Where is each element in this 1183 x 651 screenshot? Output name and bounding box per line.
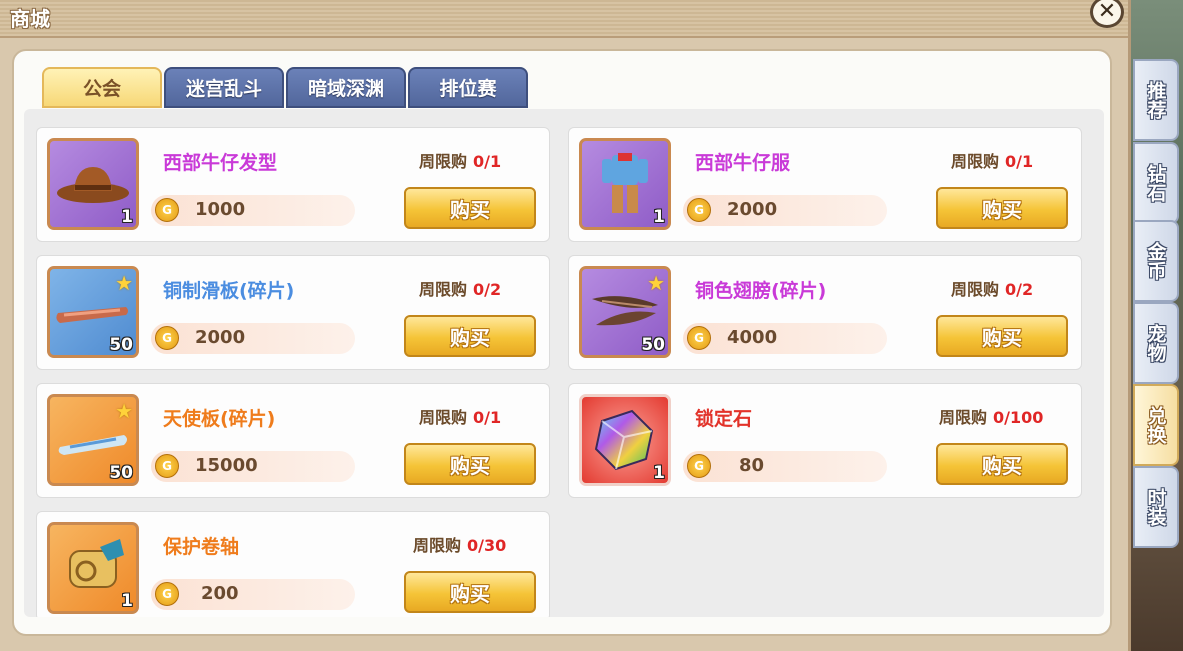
item-name: 西部牛仔发型 bbox=[163, 152, 278, 174]
item-card: ★ 50 铜制滑板(碎片) 周限购 0/2 G 2000 购买 bbox=[36, 255, 550, 370]
item-price: 200 bbox=[201, 583, 239, 604]
angel-board-icon[interactable]: ★ 50 bbox=[47, 394, 139, 486]
item-name: 铜制滑板(碎片) bbox=[163, 280, 295, 302]
item-card: 1 保护卷轴 周限购 0/30 G 200 购买 bbox=[36, 511, 550, 617]
skateboard-icon[interactable]: ★ 50 bbox=[47, 266, 139, 358]
purchase-limit: 周限购 0/100 bbox=[939, 408, 1044, 427]
gold-coin-icon: G bbox=[687, 198, 711, 222]
item-card: ★ 50 天使板(碎片) 周限购 0/1 G 15000 购买 bbox=[36, 383, 550, 498]
price-box: G 2000 bbox=[683, 195, 887, 226]
star-icon: ★ bbox=[647, 271, 665, 295]
window-title: 商城 bbox=[10, 7, 50, 31]
gold-coin-icon: G bbox=[155, 582, 179, 606]
item-name: 铜色翅膀(碎片) bbox=[695, 280, 827, 302]
item-price: 2000 bbox=[195, 327, 246, 348]
price-box: G 2000 bbox=[151, 323, 355, 354]
purchase-limit: 周限购 0/2 bbox=[951, 280, 1034, 299]
lock-stone-icon[interactable]: 1 bbox=[579, 394, 671, 486]
item-quantity: 1 bbox=[653, 463, 665, 483]
item-quantity: 1 bbox=[653, 207, 665, 227]
price-box: G 80 bbox=[683, 451, 887, 482]
wings-icon[interactable]: ★ 50 bbox=[579, 266, 671, 358]
item-price: 80 bbox=[739, 455, 765, 476]
scroll-icon[interactable]: 1 bbox=[47, 522, 139, 614]
item-price: 15000 bbox=[195, 455, 258, 476]
tab-ranked[interactable]: 排位赛 bbox=[408, 67, 528, 108]
side-tab-pet[interactable]: 宠物 bbox=[1133, 302, 1179, 384]
item-price: 1000 bbox=[195, 199, 246, 220]
side-tab-exchange[interactable]: 兑换 bbox=[1133, 384, 1179, 466]
price-box: G 1000 bbox=[151, 195, 355, 226]
side-tab-recommend[interactable]: 推荐 bbox=[1133, 59, 1179, 141]
item-name: 西部牛仔服 bbox=[695, 152, 791, 174]
item-quantity: 1 bbox=[121, 591, 133, 611]
price-box: G 4000 bbox=[683, 323, 887, 354]
buy-button[interactable]: 购买 bbox=[936, 443, 1068, 485]
item-quantity: 50 bbox=[109, 335, 133, 355]
item-card: 1 西部牛仔服 周限购 0/1 G 2000 购买 bbox=[568, 127, 1082, 242]
buy-button[interactable]: 购买 bbox=[936, 315, 1068, 357]
item-price: 2000 bbox=[727, 199, 778, 220]
buy-button[interactable]: 购买 bbox=[404, 187, 536, 229]
side-tab-diamond[interactable]: 钻石 bbox=[1133, 142, 1179, 224]
gold-coin-icon: G bbox=[687, 454, 711, 478]
gold-coin-icon: G bbox=[155, 326, 179, 350]
tab-dark-abyss[interactable]: 暗域深渊 bbox=[286, 67, 406, 108]
buy-button[interactable]: 购买 bbox=[404, 443, 536, 485]
item-price: 4000 bbox=[727, 327, 778, 348]
purchase-limit: 周限购 0/30 bbox=[413, 536, 507, 555]
gold-coin-icon: G bbox=[155, 454, 179, 478]
item-list: 1 西部牛仔发型 周限购 0/1 G 1000 购买 1 西部牛仔服 周限购 0/1 … bbox=[24, 109, 1104, 617]
item-name: 保护卷轴 bbox=[163, 536, 240, 558]
price-box: G 15000 bbox=[151, 451, 355, 482]
item-quantity: 1 bbox=[121, 207, 133, 227]
side-tab-fashion[interactable]: 时装 bbox=[1133, 466, 1179, 548]
star-icon: ★ bbox=[115, 271, 133, 295]
category-tabs: 公会 迷宫乱斗 暗域深渊 排位赛 bbox=[42, 67, 528, 108]
purchase-limit: 周限购 0/1 bbox=[419, 152, 502, 171]
item-card: 1 锁定石 周限购 0/100 G 80 购买 bbox=[568, 383, 1082, 498]
cowboy-outfit-icon[interactable]: 1 bbox=[579, 138, 671, 230]
price-box: G 200 bbox=[151, 579, 355, 610]
buy-button[interactable]: 购买 bbox=[404, 315, 536, 357]
side-tab-gold[interactable]: 金币 bbox=[1133, 220, 1179, 302]
tab-maze-brawl[interactable]: 迷宫乱斗 bbox=[164, 67, 284, 108]
gold-coin-icon: G bbox=[687, 326, 711, 350]
item-name: 天使板(碎片) bbox=[163, 408, 276, 430]
gold-coin-icon: G bbox=[155, 198, 179, 222]
title-bar: 商城 ✕ bbox=[0, 0, 1128, 38]
item-name: 锁定石 bbox=[695, 408, 753, 430]
purchase-limit: 周限购 0/2 bbox=[419, 280, 502, 299]
star-icon: ★ bbox=[115, 399, 133, 423]
close-icon: ✕ bbox=[1097, 0, 1117, 24]
buy-button[interactable]: 购买 bbox=[936, 187, 1068, 229]
purchase-limit: 周限购 0/1 bbox=[951, 152, 1034, 171]
cowboy-hat-icon[interactable]: 1 bbox=[47, 138, 139, 230]
buy-button[interactable]: 购买 bbox=[404, 571, 536, 613]
item-card: ★ 50 铜色翅膀(碎片) 周限购 0/2 G 4000 购买 bbox=[568, 255, 1082, 370]
purchase-limit: 周限购 0/1 bbox=[419, 408, 502, 427]
item-quantity: 50 bbox=[641, 335, 665, 355]
item-quantity: 50 bbox=[109, 463, 133, 483]
item-card: 1 西部牛仔发型 周限购 0/1 G 1000 购买 bbox=[36, 127, 550, 242]
tab-guild[interactable]: 公会 bbox=[42, 67, 162, 108]
close-button[interactable]: ✕ bbox=[1090, 0, 1124, 28]
